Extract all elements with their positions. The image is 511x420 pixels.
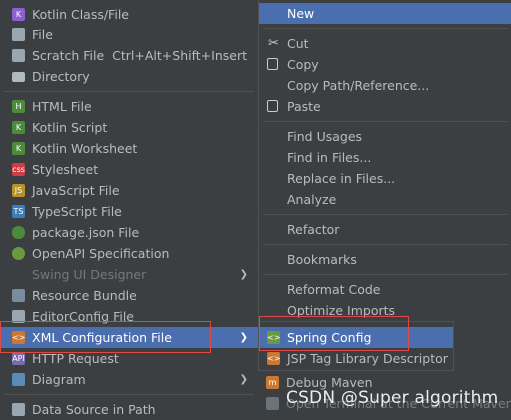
menu-item-html-file[interactable]: H HTML File: [0, 96, 258, 117]
menu-item-kotlin-class[interactable]: K Kotlin Class/File: [0, 4, 258, 25]
diagram-icon: [12, 373, 25, 386]
html-file-icon: H: [12, 100, 25, 113]
menu-item-stylesheet[interactable]: css Stylesheet: [0, 159, 258, 180]
menu-item-diagram[interactable]: Diagram ❯: [0, 369, 258, 390]
menu-item-openapi[interactable]: OpenAPI Specification: [0, 243, 258, 264]
chevron-right-icon: ❯: [239, 269, 248, 280]
kotlin-icon: K: [12, 8, 25, 21]
separator: [4, 394, 254, 395]
menu-item-data-source-in-path[interactable]: Data Source in Path: [0, 399, 258, 420]
watermark: CSDN @Super algorithm: [286, 388, 499, 408]
menu-item-refactor[interactable]: Refactor: [259, 219, 511, 240]
menu-item-file[interactable]: File: [0, 24, 258, 45]
chevron-right-icon: ❯: [239, 332, 248, 343]
menu-item-typescript-file[interactable]: TS TypeScript File: [0, 201, 258, 222]
xml-file-icon: <>: [12, 331, 26, 344]
resource-bundle-icon: [12, 289, 25, 302]
folder-icon: [12, 72, 25, 82]
spring-icon: <>: [267, 331, 281, 344]
menu-item-http-request[interactable]: API HTTP Request: [0, 348, 258, 369]
shortcut-label: Ctrl+Alt+Shift+Insert: [112, 48, 247, 63]
menu-item-spring-config[interactable]: <> Spring Config: [259, 327, 453, 348]
openapi-icon: [12, 247, 25, 260]
menu-item-copy-path[interactable]: Copy Path/Reference...: [259, 75, 511, 96]
nodejs-icon: [12, 226, 25, 239]
menu-item-jsp-tag-library[interactable]: <> JSP Tag Library Descriptor: [259, 348, 453, 369]
menu-item-directory[interactable]: Directory: [0, 66, 258, 87]
menu-item-bookmarks[interactable]: Bookmarks: [259, 249, 511, 270]
kotlin-worksheet-icon: K: [12, 142, 25, 155]
menu-item-new[interactable]: New: [259, 3, 511, 24]
menu-item-cut[interactable]: ✂ Cut: [259, 33, 511, 54]
maven-icon: m: [266, 376, 279, 389]
ts-file-icon: TS: [12, 205, 25, 218]
jsp-icon: <>: [267, 352, 281, 365]
file-icon: [12, 28, 25, 41]
menu-item-find-in-files[interactable]: Find in Files...: [259, 147, 511, 168]
menu-item-reformat-code[interactable]: Reformat Code: [259, 279, 511, 300]
menu-item-editorconfig[interactable]: EditorConfig File: [0, 306, 258, 327]
new-file-submenu: K Kotlin Class/File File Scratch File Ct…: [0, 0, 258, 420]
separator: [4, 91, 254, 92]
menu-item-find-usages[interactable]: Find Usages: [259, 126, 511, 147]
separator: [263, 121, 508, 122]
paste-icon: [267, 100, 278, 112]
menu-item-kotlin-worksheet[interactable]: K Kotlin Worksheet: [0, 138, 258, 159]
editorconfig-icon: [12, 310, 25, 323]
separator: [263, 28, 508, 29]
xml-configuration-submenu: <> Spring Config <> JSP Tag Library Desc…: [258, 321, 454, 371]
data-source-icon: [12, 403, 25, 416]
separator: [263, 244, 508, 245]
js-file-icon: JS: [12, 184, 25, 197]
menu-item-kotlin-script[interactable]: K Kotlin Script: [0, 117, 258, 138]
scratch-file-icon: [12, 49, 25, 62]
separator: [263, 214, 508, 215]
menu-item-package-json[interactable]: package.json File: [0, 222, 258, 243]
terminal-icon: [266, 397, 279, 410]
menu-item-paste[interactable]: Paste: [259, 96, 511, 117]
scissors-icon: ✂: [268, 36, 279, 51]
chevron-right-icon: ❯: [239, 374, 248, 385]
menu-item-resource-bundle[interactable]: Resource Bundle: [0, 285, 258, 306]
http-request-icon: API: [12, 352, 25, 365]
menu-item-copy[interactable]: Copy: [259, 54, 511, 75]
menu-item-analyze[interactable]: Analyze: [259, 189, 511, 210]
menu-item-javascript-file[interactable]: JS JavaScript File: [0, 180, 258, 201]
menu-item-optimize-imports[interactable]: Optimize Imports: [259, 300, 511, 321]
css-file-icon: css: [12, 163, 25, 176]
copy-icon: [267, 58, 278, 70]
kotlin-script-icon: K: [12, 121, 25, 134]
menu-item-replace-in-files[interactable]: Replace in Files...: [259, 168, 511, 189]
menu-item-swing-ui-designer: Swing UI Designer ❯: [0, 264, 258, 285]
menu-item-scratch-file[interactable]: Scratch File Ctrl+Alt+Shift+Insert: [0, 45, 258, 66]
separator: [263, 274, 508, 275]
menu-item-xml-configuration-file[interactable]: <> XML Configuration File ❯: [0, 327, 258, 348]
